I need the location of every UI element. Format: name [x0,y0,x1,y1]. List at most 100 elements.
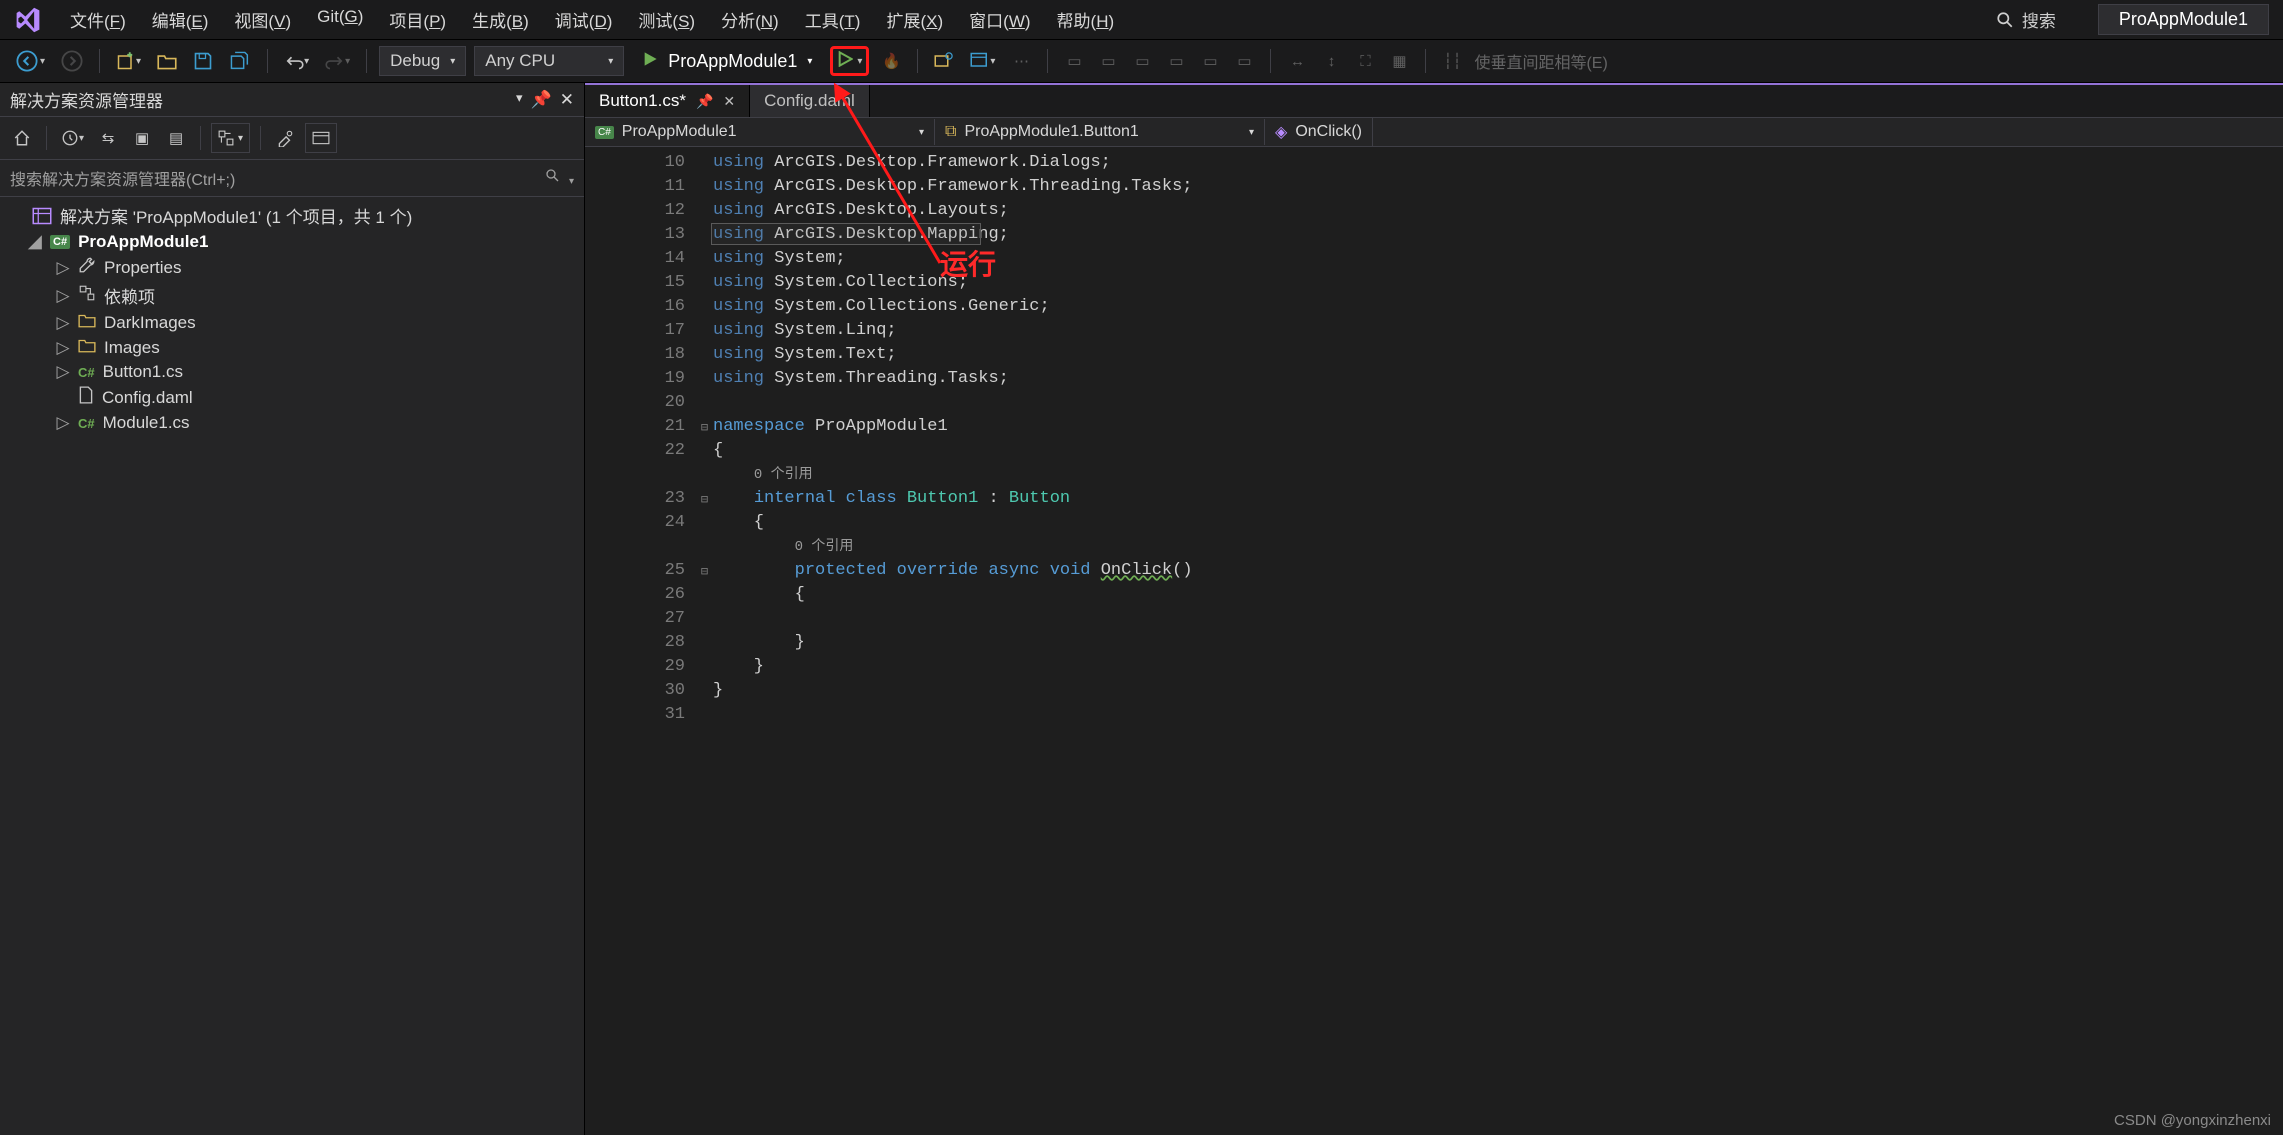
code-area[interactable]: 10111213141516171819202122 2324 25262728… [585,147,2283,1135]
save-all-button[interactable] [225,47,255,75]
nav-member[interactable]: ◈ OnClick() [1265,118,1373,146]
home-icon[interactable] [8,124,36,152]
folder-icon [78,337,96,358]
preview-toggle[interactable] [305,123,337,153]
nav-fwd-button[interactable] [57,47,87,75]
menu-e[interactable]: 编辑(E) [152,7,209,32]
nav-scope[interactable]: C# ProAppModule1 ▾ [585,119,935,145]
hot-reload-button[interactable]: 🔥 [877,47,905,75]
panel-title: 解决方案资源管理器 [10,87,163,112]
tree-node-label: DarkImages [104,313,196,333]
dots-icon[interactable]: ⋯ [1007,47,1035,75]
play-outline-icon [837,51,853,71]
menu-f[interactable]: 文件(F) [70,7,126,32]
new-item-button[interactable]: ▾ [112,47,145,75]
align-bottom-icon: ▭ [1230,47,1258,75]
menu-v[interactable]: 视图(V) [234,7,291,32]
panel-search[interactable]: 搜索解决方案资源管理器(Ctrl+;) ▾ [0,160,584,197]
cs-icon: C# [78,362,95,382]
properties-icon[interactable] [271,124,299,152]
menu-p[interactable]: 项目(P) [389,7,446,32]
size-grid-icon: ▦ [1385,47,1413,75]
sync-icon[interactable]: ⇆ [94,124,122,152]
start-without-debug-button[interactable]: ▾ [830,46,869,76]
vs-logo-icon [14,5,44,35]
size-h-icon: ↕ [1317,47,1345,75]
collapse-icon[interactable]: ▣ [128,124,156,152]
window-title: ProAppModule1 [2098,4,2269,35]
tree-node[interactable]: ▷C#Module1.cs [0,411,584,435]
deps-icon [78,284,96,307]
project-label: ProAppModule1 [78,232,208,252]
menu-d[interactable]: 调试(D) [555,7,613,32]
search-box[interactable]: 搜索 [1996,7,2056,32]
tree-node-label: Images [104,338,160,358]
align-left-icon: ▭ [1060,47,1088,75]
tree-node[interactable]: ▷Images [0,335,584,360]
platform-combo[interactable]: Any CPU ▾ [474,46,624,76]
solution-explorer-panel: 解决方案资源管理器 ▾ 📌 ✕ ▾ ⇆ ▣ ▤ ▾ [0,83,585,1135]
tree-node-label: Properties [104,258,181,278]
panel-close-icon[interactable]: ✕ [560,90,574,110]
tab-config-daml[interactable]: Config.daml [750,85,870,117]
watermark: CSDN @yongxinzhenxi [2114,1112,2271,1129]
search-label: 搜索 [2022,7,2056,32]
panel-dropdown-icon[interactable]: ▾ [516,90,523,110]
tree-node[interactable]: ▷C#Button1.cs [0,360,584,384]
open-button[interactable] [153,47,181,75]
tab-button1-cs[interactable]: Button1.cs* 📌 ✕ [585,85,750,117]
panel-pin-icon[interactable]: 📌 [531,90,552,110]
nav-bar: C# ProAppModule1 ▾ ⧉ ProAppModule1.Butto… [585,117,2283,147]
tree-node[interactable]: Config.daml [0,384,584,411]
config-combo[interactable]: Debug ▾ [379,46,466,76]
view-switch[interactable]: ▾ [211,123,250,153]
tool-b-icon[interactable]: ▾ [966,47,999,75]
menu-g[interactable]: Git(G) [317,7,363,32]
tree-node[interactable]: ▷Properties [0,254,584,281]
menu-b[interactable]: 生成(B) [472,7,529,32]
tree-node-label: Button1.cs [103,362,183,382]
menu-t[interactable]: 工具(T) [805,7,861,32]
config-label: Debug [390,51,440,71]
redo-button[interactable]: ▾ [321,47,354,75]
align-right-icon: ▭ [1128,47,1156,75]
history-icon[interactable]: ▾ [57,124,88,152]
tree-node[interactable]: ▷DarkImages [0,310,584,335]
undo-button[interactable]: ▾ [280,47,313,75]
panel-search-placeholder: 搜索解决方案资源管理器(Ctrl+;) [10,166,235,190]
menu-n[interactable]: 分析(N) [721,7,779,32]
start-debug-button[interactable]: ProAppModule1 ▾ [632,46,822,76]
tree-node-label: Module1.cs [103,413,190,433]
play-icon [642,51,658,72]
solution-icon [32,207,52,225]
save-button[interactable] [189,47,217,75]
menu-w[interactable]: 窗口(W) [969,7,1030,32]
main-toolbar: ▾ ▾ ▾ ▾ Debug ▾ Any CPU ▾ ProAppModule1 … [0,40,2283,83]
align-center-h-icon: ▭ [1094,47,1122,75]
solution-tree[interactable]: 解决方案 'ProAppModule1' (1 个项目，共 1 个) ◢ C# … [0,197,584,1135]
nav-class-label: ProAppModule1.Button1 [964,123,1138,141]
show-all-icon[interactable]: ▤ [162,124,190,152]
menu-h[interactable]: 帮助(H) [1057,7,1115,32]
file-icon [78,386,94,409]
platform-label: Any CPU [485,51,555,71]
panel-toolbar: ▾ ⇆ ▣ ▤ ▾ [0,117,584,160]
align-middle-icon: ▭ [1196,47,1224,75]
tool-a-icon[interactable] [930,47,958,75]
document-tabs: Button1.cs* 📌 ✕ Config.daml [585,83,2283,117]
spacing-label: 使垂直间距相等(E) [1474,49,1607,73]
pin-icon[interactable]: 📌 [696,93,713,110]
close-icon[interactable]: ✕ [723,93,735,110]
cs-icon: C# [78,413,95,433]
solution-root[interactable]: 解决方案 'ProAppModule1' (1 个项目，共 1 个) [0,201,584,230]
tree-node-label: Config.daml [102,388,193,408]
tree-node[interactable]: ▷依赖项 [0,281,584,310]
run-target-label: ProAppModule1 [668,51,797,72]
nav-class[interactable]: ⧉ ProAppModule1.Button1 ▾ [935,119,1265,145]
nav-back-button[interactable]: ▾ [12,47,49,75]
search-icon [545,168,561,184]
menu-s[interactable]: 测试(S) [638,7,695,32]
size-w-icon: ↔ [1283,47,1311,75]
project-node[interactable]: ◢ C# ProAppModule1 [0,230,584,254]
menu-x[interactable]: 扩展(X) [886,7,943,32]
